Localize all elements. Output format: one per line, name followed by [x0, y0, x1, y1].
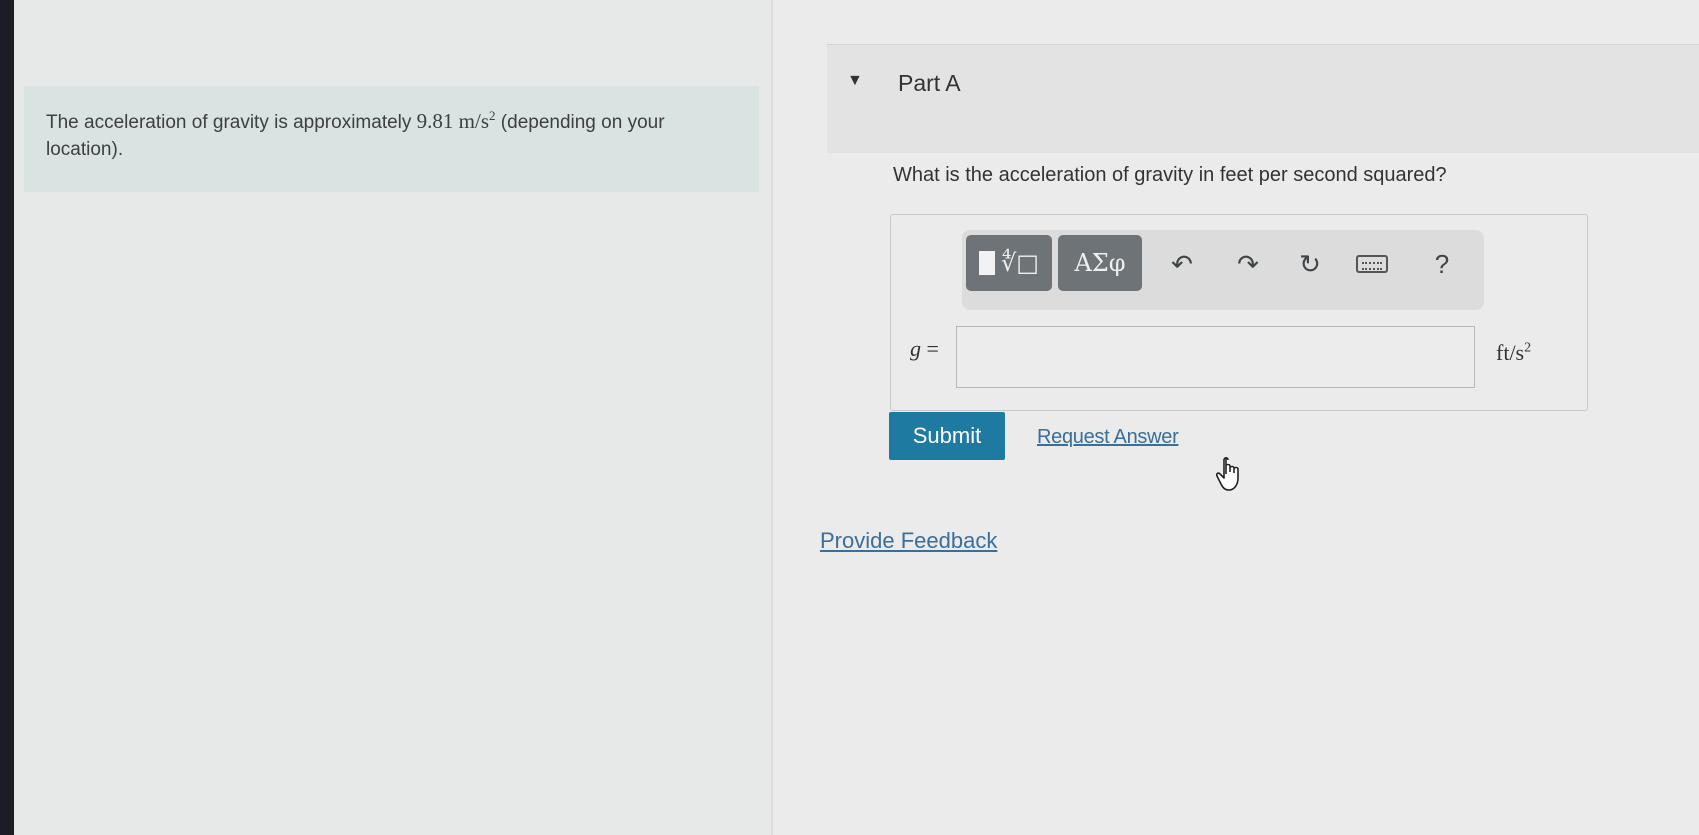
equals-sign: = — [921, 336, 939, 361]
part-a-header[interactable] — [827, 44, 1699, 153]
screen-bezel — [0, 0, 14, 835]
gravity-unit: m/s — [458, 109, 490, 133]
reset-icon[interactable]: ↻ — [1292, 246, 1328, 282]
unit-exponent: 2 — [1524, 340, 1532, 356]
radical-template-icon: ∜□ — [1001, 249, 1039, 277]
unit-base: ft/s — [1496, 340, 1525, 365]
help-icon[interactable]: ? — [1424, 246, 1460, 282]
provide-feedback-link[interactable]: Provide Feedback — [820, 528, 997, 554]
collapse-caret-icon[interactable]: ▼ — [847, 72, 863, 90]
answer-variable-label: g = — [910, 336, 939, 362]
part-title: Part A — [898, 70, 961, 96]
gravity-value: 9.81 m/s2 — [416, 108, 496, 133]
keyboard-icon[interactable] — [1354, 246, 1390, 282]
symbols-button[interactable]: ΑΣφ — [1058, 235, 1142, 291]
greek-symbols-label: ΑΣφ — [1074, 249, 1126, 277]
question-text: What is the acceleration of gravity in f… — [893, 164, 1447, 186]
problem-intro: The acceleration of gravity is approxima… — [24, 86, 759, 192]
request-answer-link[interactable]: Request Answer — [1037, 426, 1179, 449]
undo-icon[interactable]: ↶ — [1164, 246, 1200, 282]
keyboard-shape — [1356, 255, 1388, 273]
variable-g: g — [910, 336, 921, 361]
redo-icon[interactable]: ↷ — [1230, 246, 1266, 282]
submit-button[interactable]: Submit — [889, 412, 1005, 460]
intro-text-before: The acceleration of gravity is approxima… — [46, 112, 417, 133]
answer-input[interactable] — [956, 326, 1475, 388]
gravity-number: 9.81 — [416, 109, 454, 133]
template-square-icon — [979, 251, 996, 275]
hand-cursor-icon — [1216, 456, 1239, 491]
templates-button[interactable]: ∜□ — [966, 235, 1052, 291]
answer-unit: ft/s2 — [1496, 340, 1531, 366]
